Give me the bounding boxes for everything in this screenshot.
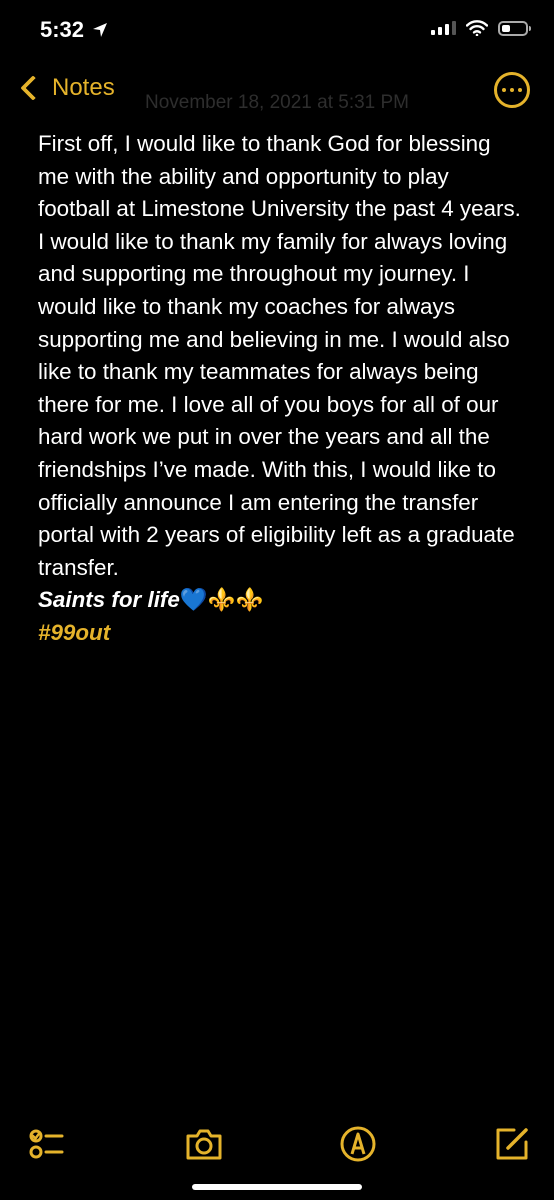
hashtag: #99out <box>38 619 111 645</box>
status-time: 5:32 <box>40 17 108 43</box>
status-indicators <box>431 20 531 36</box>
saints-line: Saints for life💙⚜️⚜️ <box>38 584 524 617</box>
battery-icon <box>498 20 531 36</box>
battery-fill <box>502 24 510 32</box>
more-dot <box>502 88 506 92</box>
chevron-left-icon <box>20 75 46 101</box>
bottom-toolbar <box>0 1106 554 1166</box>
camera-icon[interactable] <box>184 1124 224 1164</box>
more-dot <box>518 88 522 92</box>
saints-text: Saints for life <box>38 587 180 613</box>
nav-bar: Notes November 18, 2021 at 5:31 PM <box>0 70 554 120</box>
markup-icon[interactable] <box>338 1124 378 1164</box>
more-options-button[interactable] <box>494 72 530 108</box>
note-editor[interactable]: First off, I would like to thank God for… <box>38 128 524 650</box>
back-button[interactable]: Notes <box>18 74 115 102</box>
home-indicator[interactable] <box>192 1184 362 1190</box>
cellular-signal-icon <box>431 21 456 35</box>
checklist-icon[interactable] <box>26 1124 66 1164</box>
status-bar: 5:32 <box>0 0 554 64</box>
back-label: Notes <box>52 74 115 101</box>
saints-emoji: 💙⚜️⚜️ <box>179 587 264 613</box>
compose-icon[interactable] <box>492 1124 532 1164</box>
time-label: 5:32 <box>40 17 85 42</box>
note-body-text: First off, I would like to thank God for… <box>38 131 521 580</box>
location-arrow-icon <box>93 23 108 37</box>
wifi-icon <box>466 20 488 36</box>
more-dot <box>510 88 514 92</box>
